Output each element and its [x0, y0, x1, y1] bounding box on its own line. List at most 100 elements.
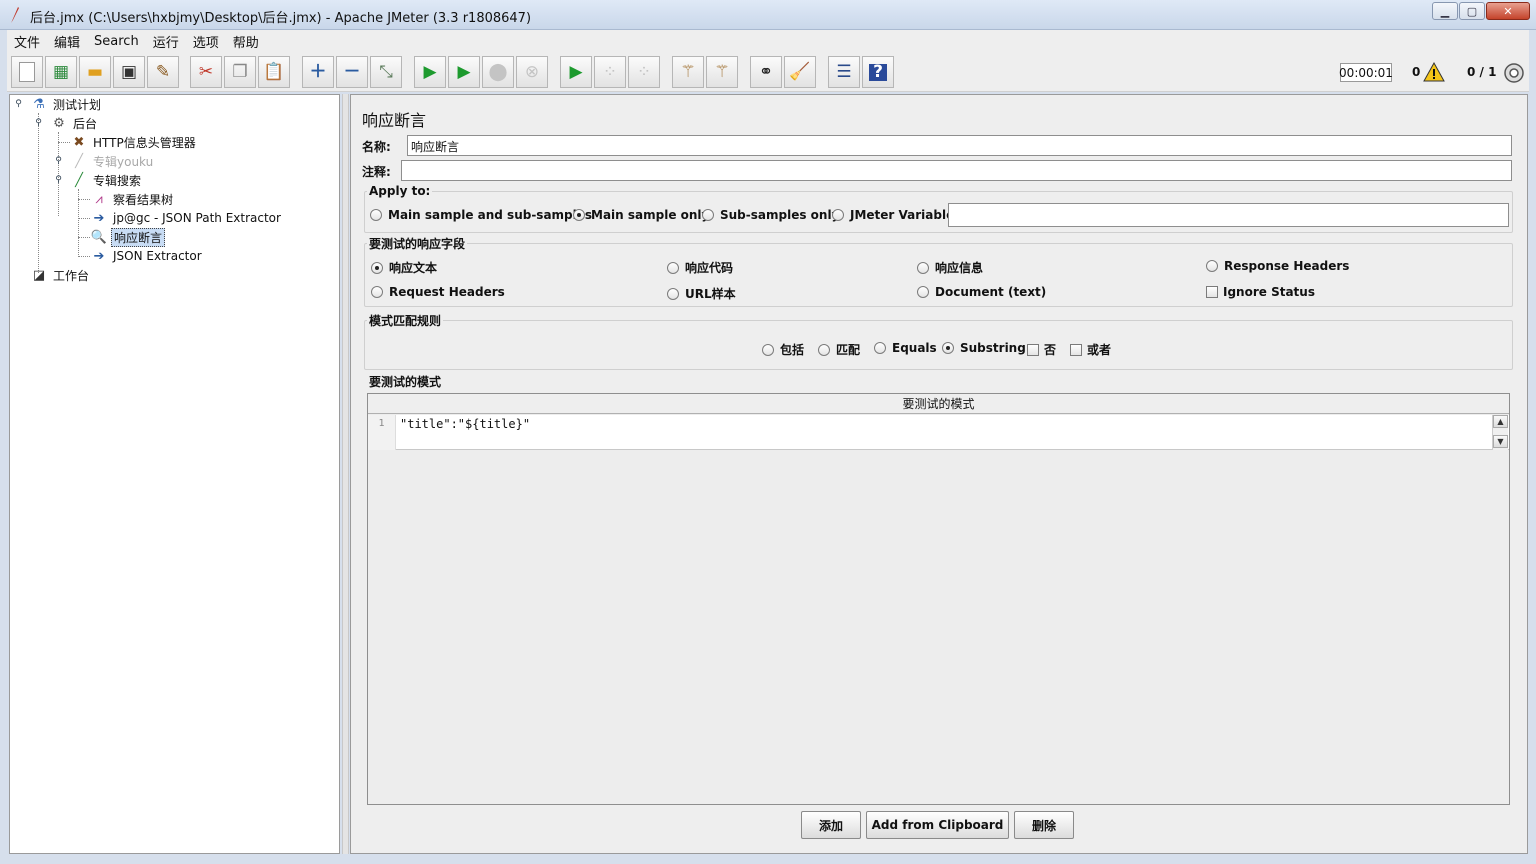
- apply-main-and-sub-radio[interactable]: Main sample and sub-samples: [370, 208, 592, 222]
- shutdown-button[interactable]: ⊗: [516, 56, 548, 88]
- active-threads: 0 / 1: [1467, 65, 1497, 79]
- expand-all-button[interactable]: ＋: [302, 56, 334, 88]
- tree-node-sampler-search[interactable]: ╱ 专辑搜索: [70, 171, 143, 189]
- minus-icon: －: [343, 61, 361, 82]
- tree-node-json-extractor[interactable]: ➔ JSON Extractor: [90, 247, 204, 265]
- pipette-icon: ╱: [75, 153, 83, 169]
- rule-contains-radio[interactable]: 包括: [762, 341, 804, 358]
- templates-button[interactable]: ▦: [45, 56, 77, 88]
- tree-node-workbench[interactable]: ◪ 工作台: [30, 266, 91, 284]
- radio-indicator: [371, 286, 383, 298]
- function-helper-button[interactable]: ☰: [828, 56, 860, 88]
- play-icon: ▶: [423, 61, 437, 82]
- copy-button[interactable]: ❐: [224, 56, 256, 88]
- clear-button[interactable]: ⚚: [672, 56, 704, 88]
- rule-not-checkbox[interactable]: 否: [1027, 341, 1056, 358]
- menu-help[interactable]: 帮助: [226, 32, 266, 51]
- ignore-status-checkbox[interactable]: Ignore Status: [1206, 285, 1315, 299]
- save-icon: ▣: [120, 61, 138, 82]
- start-button[interactable]: ▶: [414, 56, 446, 88]
- minimize-button[interactable]: ▁: [1432, 2, 1458, 20]
- radio-indicator: [702, 209, 714, 221]
- add-from-clipboard-button[interactable]: Add from Clipboard: [866, 811, 1009, 839]
- cut-button[interactable]: ✂: [190, 56, 222, 88]
- add-pattern-button[interactable]: 添加: [801, 811, 861, 839]
- editor-scrollbar[interactable]: ▲ ▼: [1492, 415, 1508, 450]
- close-window-button[interactable]: ✕: [1486, 2, 1530, 20]
- broom-all-icon: ⚚: [714, 61, 730, 82]
- menu-search[interactable]: Search: [87, 34, 146, 49]
- start-no-pauses-button[interactable]: ▶: [448, 56, 480, 88]
- warning-icon[interactable]: [1423, 62, 1445, 82]
- menu-file[interactable]: 文件: [7, 32, 47, 51]
- jmeter-variable-input[interactable]: [948, 203, 1509, 227]
- elapsed-timer: 00:00:01: [1339, 63, 1393, 82]
- tree-node-thread-group[interactable]: ⚙ 后台: [50, 114, 99, 132]
- pattern-editor[interactable]: 1 "title":"${title}" ▲ ▼: [368, 415, 1509, 450]
- menu-run[interactable]: 运行: [146, 32, 186, 51]
- rule-equals-radio[interactable]: Equals: [874, 341, 937, 355]
- radio-indicator: [917, 286, 929, 298]
- open-folder-icon: ▬: [86, 61, 104, 82]
- remote-status-icon: [1504, 63, 1524, 83]
- radio-indicator: [371, 261, 383, 274]
- name-label: 名称:: [362, 139, 391, 154]
- tree-node-test-plan[interactable]: ⚗ 测试计划: [30, 95, 103, 113]
- toggle-button[interactable]: ⤡: [370, 56, 402, 88]
- search-button[interactable]: ⚭: [750, 56, 782, 88]
- reset-search-button[interactable]: 🧹: [784, 56, 816, 88]
- apply-main-only-radio[interactable]: Main sample only: [573, 208, 709, 222]
- tree-node-http-header-manager[interactable]: ✖ HTTP信息头管理器: [70, 133, 198, 151]
- remote-shutdown-button[interactable]: ⁘: [628, 56, 660, 88]
- scroll-up-arrow[interactable]: ▲: [1493, 415, 1508, 428]
- rule-substring-radio[interactable]: Substring: [942, 341, 1026, 355]
- scroll-track[interactable]: [1493, 428, 1508, 435]
- rule-or-checkbox[interactable]: 或者: [1070, 341, 1111, 358]
- open-button[interactable]: ▬: [79, 56, 111, 88]
- reset-search-icon: 🧹: [789, 61, 811, 82]
- clear-all-button[interactable]: ⚚: [706, 56, 738, 88]
- field-response-code-radio[interactable]: 响应代码: [667, 259, 733, 276]
- stop-button[interactable]: ⬤: [482, 56, 514, 88]
- comment-input[interactable]: [401, 160, 1512, 181]
- new-button[interactable]: [11, 56, 43, 88]
- tree-node-json-path-extractor[interactable]: ➔ jp@gc - JSON Path Extractor: [90, 209, 283, 227]
- scroll-down-arrow[interactable]: ▼: [1493, 435, 1508, 448]
- collapse-all-button[interactable]: －: [336, 56, 368, 88]
- field-document-text-radio[interactable]: Document (text): [917, 285, 1046, 299]
- apply-jmeter-variable-radio[interactable]: JMeter Variable: [832, 208, 954, 222]
- tree-connector: [58, 132, 59, 216]
- collapse-handle[interactable]: ⚲: [14, 100, 23, 109]
- collapse-handle[interactable]: ⚲: [34, 119, 43, 128]
- tree-node-response-assertion[interactable]: 🔍 响应断言: [90, 227, 166, 247]
- tree-node-view-results-tree[interactable]: ⩘ 察看结果树: [90, 190, 175, 208]
- field-request-headers-radio[interactable]: Request Headers: [371, 285, 505, 299]
- menu-options[interactable]: 选项: [186, 32, 226, 51]
- paste-button[interactable]: 📋: [258, 56, 290, 88]
- collapse-handle[interactable]: ⚲: [54, 176, 63, 185]
- maximize-button[interactable]: ▢: [1459, 2, 1485, 20]
- patterns-column-header[interactable]: 要测试的模式: [368, 394, 1509, 414]
- error-count: 0: [1412, 65, 1421, 79]
- save-button[interactable]: ▣: [113, 56, 145, 88]
- pattern-text[interactable]: "title":"${title}": [400, 417, 530, 431]
- expand-handle[interactable]: ⚲: [54, 157, 63, 166]
- apply-sub-only-radio[interactable]: Sub-samples only: [702, 208, 839, 222]
- name-input[interactable]: 响应断言: [407, 135, 1512, 156]
- test-plan-tree: ⚲ ⚗ 测试计划 ⚲ ⚙ 后台 ✖ HTTP信息头管理器 ⚲ ╱ 专辑youku…: [9, 94, 340, 854]
- field-url-sample-radio[interactable]: URL样本: [667, 285, 736, 302]
- remote-stop-button[interactable]: ⁘: [594, 56, 626, 88]
- help-button[interactable]: ?: [862, 56, 894, 88]
- field-response-headers-radio[interactable]: Response Headers: [1206, 259, 1349, 273]
- radio-indicator: [370, 209, 382, 221]
- rule-matches-radio[interactable]: 匹配: [818, 341, 860, 358]
- tree-node-sampler-youku[interactable]: ╱ 专辑youku: [70, 152, 155, 170]
- menu-edit[interactable]: 编辑: [47, 32, 87, 51]
- panel-splitter[interactable]: [342, 94, 349, 854]
- remote-start-button[interactable]: ▶: [560, 56, 592, 88]
- field-response-text-radio[interactable]: 响应文本: [371, 259, 437, 276]
- delete-pattern-button[interactable]: 删除: [1014, 811, 1074, 839]
- save-as-button[interactable]: ✎: [147, 56, 179, 88]
- field-response-message-radio[interactable]: 响应信息: [917, 259, 983, 276]
- remote-stop-icon: ⁘: [602, 61, 618, 82]
